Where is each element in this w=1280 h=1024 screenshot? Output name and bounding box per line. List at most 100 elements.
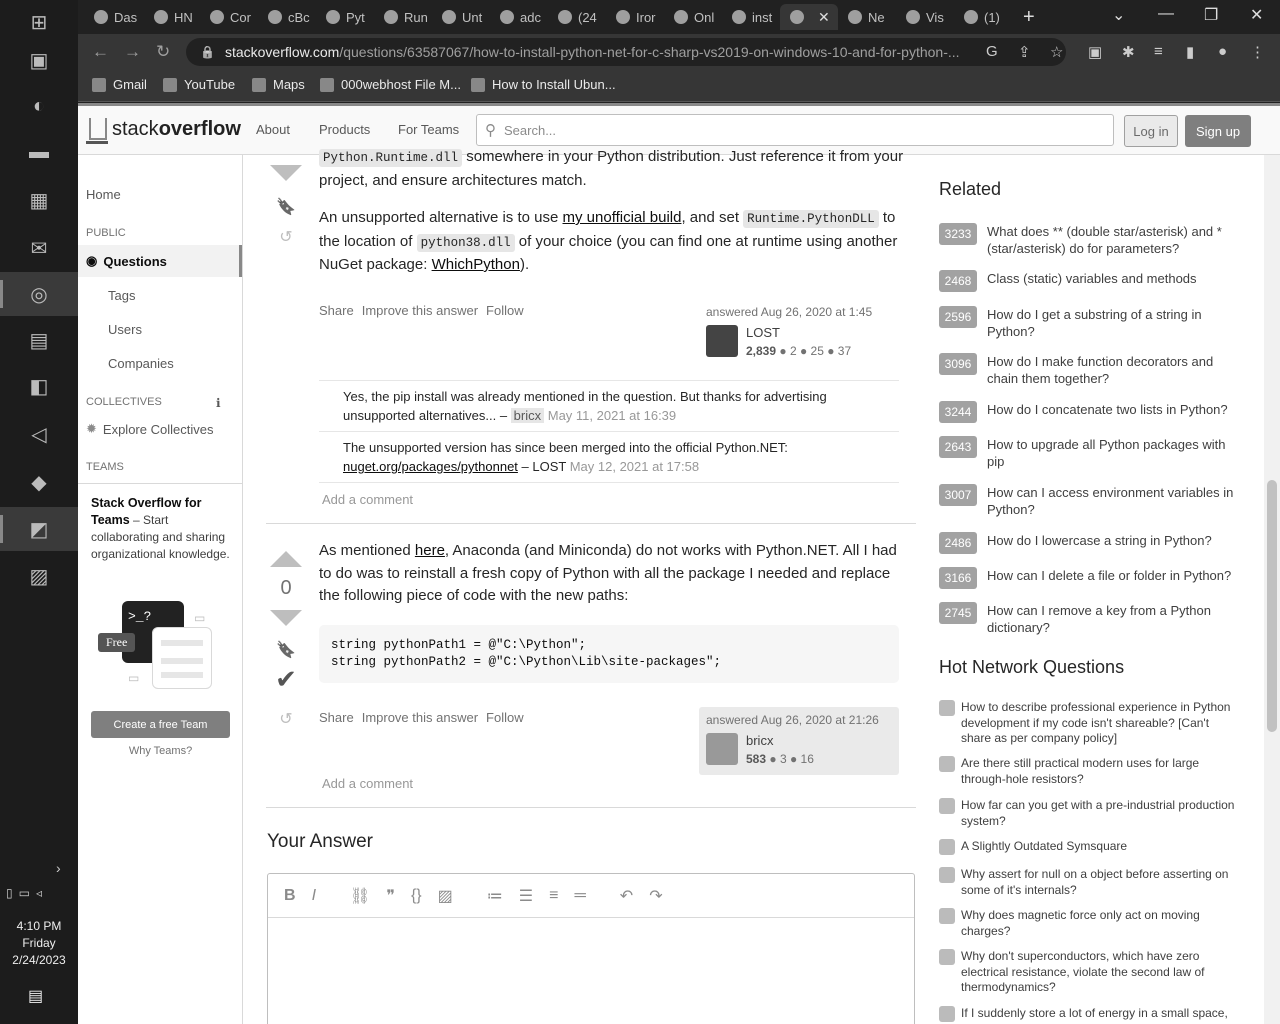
hnq-title[interactable]: Why assert for null on a object before a… xyxy=(961,867,1239,898)
page-scrollbar[interactable] xyxy=(1264,155,1280,1024)
taskbar-clock[interactable]: 4:10 PM Friday 2/24/2023 xyxy=(0,918,78,969)
downvote-button[interactable] xyxy=(270,610,302,626)
nuget-link[interactable]: nuget.org/packages/pythonnet xyxy=(343,459,518,474)
related-question[interactable]: 2468 Class (static) variables and methods xyxy=(939,270,1239,292)
vscode-icon[interactable]: ◁ xyxy=(0,412,78,456)
related-title[interactable]: How to upgrade all Python packages with … xyxy=(987,436,1239,470)
comment-user[interactable]: bricx xyxy=(510,408,545,423)
info-icon[interactable]: ℹ xyxy=(216,396,221,410)
media-control-icon[interactable]: ≡ xyxy=(1154,43,1163,60)
bookmark-ubuntu[interactable]: How to Install Ubun... xyxy=(471,77,616,92)
puzzle-extensions-icon[interactable]: ✱ xyxy=(1122,43,1135,61)
sidebar-item-companies[interactable]: Companies xyxy=(108,356,174,371)
hnq-item[interactable]: A Slightly Outdated Symsquare xyxy=(939,839,1239,855)
user-name[interactable]: LOST xyxy=(746,325,780,340)
code-braces-icon[interactable]: {} xyxy=(411,887,422,905)
nav-products[interactable]: Products xyxy=(319,122,370,137)
task-view-icon[interactable]: ▣ xyxy=(0,38,78,82)
bold-icon[interactable]: B xyxy=(284,887,296,905)
hnq-title[interactable]: Are there still practical modern uses fo… xyxy=(961,756,1239,787)
undo-icon[interactable]: ↶ xyxy=(620,886,633,906)
ordered-list-icon[interactable]: ≔ xyxy=(487,886,503,906)
horizontal-rule-icon[interactable]: ═ xyxy=(574,887,585,905)
stackoverflow-logo[interactable]: stack overflow xyxy=(86,114,241,144)
related-title[interactable]: Class (static) variables and methods xyxy=(987,270,1197,292)
hnq-item[interactable]: Why don't superconductors, which have ze… xyxy=(939,949,1239,996)
mail-icon[interactable]: ✉ xyxy=(0,226,78,270)
image-icon[interactable]: ▨ xyxy=(438,886,453,906)
hnq-title[interactable]: How to describe professional experience … xyxy=(961,700,1239,747)
related-question[interactable]: 2486 How do I lowercase a string in Pytho… xyxy=(939,532,1239,554)
side-panel-icon[interactable]: ▮ xyxy=(1186,43,1194,61)
hnq-title[interactable]: Why don't superconductors, which have ze… xyxy=(961,949,1239,996)
add-comment-link[interactable]: Add a comment xyxy=(322,492,413,507)
related-question[interactable]: 2643 How to upgrade all Python packages w… xyxy=(939,436,1239,470)
share-icon[interactable]: ⇪ xyxy=(1018,43,1031,61)
user-name[interactable]: bricx xyxy=(746,733,773,748)
related-question[interactable]: 3244 How do I concatenate two lists in Py… xyxy=(939,401,1239,423)
comment-date[interactable]: May 12, 2021 at 17:58 xyxy=(566,459,699,474)
related-title[interactable]: How can I access environment variables i… xyxy=(987,484,1239,518)
hnq-item[interactable]: Why does magnetic force only act on movi… xyxy=(939,908,1239,939)
profile-avatar[interactable]: ● xyxy=(1218,43,1227,60)
google-lens-icon[interactable]: G xyxy=(986,43,998,60)
hnq-title[interactable]: If I suddenly store a lot of energy in a… xyxy=(961,1006,1228,1022)
hnq-item[interactable]: How to describe professional experience … xyxy=(939,700,1239,747)
related-title[interactable]: How can I delete a file or folder in Pyt… xyxy=(987,567,1231,589)
sidebar-item-home[interactable]: Home xyxy=(86,187,121,202)
history-icon[interactable]: ↺ xyxy=(266,227,306,247)
bookmark-gmail[interactable]: Gmail xyxy=(92,77,147,92)
bookmark-icon[interactable]: 🔖 xyxy=(266,640,306,660)
create-free-team-button[interactable]: Create a free Team xyxy=(91,711,230,738)
answer-editor[interactable]: B I ⛓ ❞ {} ▨ ≔ ☰ ≡ ═ ↶ ↷ xyxy=(267,873,915,1024)
hnq-title[interactable]: How far can you get with a pre-industria… xyxy=(961,798,1239,829)
hnq-item[interactable]: How far can you get with a pre-industria… xyxy=(939,798,1239,829)
browser-tab[interactable]: Run xyxy=(374,4,432,30)
browser-tab[interactable]: Ne xyxy=(838,4,896,30)
lock-icon[interactable]: 🔒 xyxy=(200,45,215,59)
comment-user[interactable]: – LOST xyxy=(518,459,567,474)
browser-tab[interactable]: cBc xyxy=(258,4,316,30)
search-input[interactable]: ⚲ Search... xyxy=(476,114,1114,146)
add-comment-link[interactable]: Add a comment xyxy=(322,776,413,791)
related-question[interactable]: 3166 How can I delete a file or folder in… xyxy=(939,567,1239,589)
vs-installer-icon[interactable]: ◩ xyxy=(0,507,78,551)
bookmark-icon[interactable]: 🔖 xyxy=(266,197,306,217)
browser-tab[interactable]: adc xyxy=(490,4,548,30)
close-window-icon[interactable]: ✕ xyxy=(1250,5,1263,25)
hnq-title[interactable]: A Slightly Outdated Symsquare xyxy=(961,839,1127,855)
chevron-right-icon[interactable]: › xyxy=(56,860,61,876)
improve-answer-link[interactable]: Improve this answer xyxy=(362,303,478,318)
browser-tab[interactable]: Vis xyxy=(896,4,954,30)
scrollbar-thumb[interactable] xyxy=(1267,480,1277,732)
visual-studio-icon[interactable]: ◧ xyxy=(0,364,78,408)
related-title[interactable]: What does ** (double star/asterisk) and … xyxy=(987,223,1239,257)
signup-button[interactable]: Sign up xyxy=(1185,115,1251,147)
related-title[interactable]: How do I concatenate two lists in Python… xyxy=(987,401,1228,423)
related-title[interactable]: How do I lowercase a string in Python? xyxy=(987,532,1212,554)
restore-icon[interactable]: ❐ xyxy=(1204,5,1218,25)
related-title[interactable]: How can I remove a key from a Python dic… xyxy=(987,602,1239,636)
nav-for-teams[interactable]: For Teams xyxy=(398,122,459,137)
browser-tab[interactable]: Cor xyxy=(200,4,258,30)
file-explorer-icon[interactable]: ▬ xyxy=(0,130,78,174)
hnq-item[interactable]: Why assert for null on a object before a… xyxy=(939,867,1239,898)
chrome-menu-icon[interactable]: ⋮ xyxy=(1250,43,1265,61)
avatar[interactable] xyxy=(706,325,738,357)
share-link[interactable]: Share xyxy=(319,710,354,725)
system-tray-icons[interactable]: ▯▭◃ xyxy=(6,886,48,900)
comment-date[interactable]: May 11, 2021 at 16:39 xyxy=(544,408,676,423)
login-button[interactable]: Log in xyxy=(1124,115,1178,147)
browser-tab[interactable]: Iror xyxy=(606,4,664,30)
hnq-title[interactable]: Why does magnetic force only act on movi… xyxy=(961,908,1239,939)
photos-icon[interactable]: ▨ xyxy=(0,554,78,598)
browser-tab[interactable]: Onl xyxy=(664,4,722,30)
why-teams-link[interactable]: Why Teams? xyxy=(91,745,230,757)
history-icon[interactable]: ↺ xyxy=(266,709,306,729)
share-link[interactable]: Share xyxy=(319,303,354,318)
browser-tab[interactable]: HN xyxy=(144,4,200,30)
minimize-icon[interactable]: — xyxy=(1158,5,1174,23)
bookmark-maps[interactable]: Maps xyxy=(252,77,305,92)
related-question[interactable]: 2596 How do I get a substring of a string… xyxy=(939,306,1239,340)
tab-search-chevron-icon[interactable]: ⌄ xyxy=(1112,5,1125,25)
